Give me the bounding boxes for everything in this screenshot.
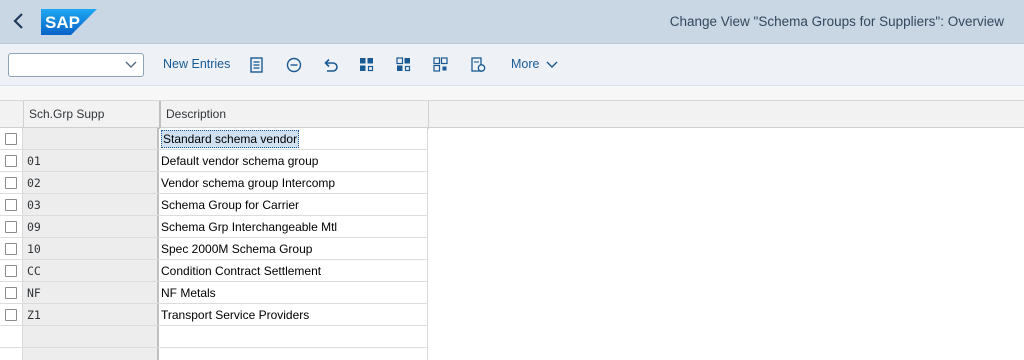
column-divider (428, 101, 429, 129)
command-dropdown[interactable] (8, 53, 144, 77)
code-cell: NF (27, 286, 41, 300)
new-entries-button[interactable]: New Entries (163, 57, 230, 71)
code-cell: CC (27, 264, 41, 278)
table-row[interactable]: 01 Default vendor schema group (0, 150, 428, 172)
schema-groups-table: Sch.Grp Supp Description Standard schema… (0, 100, 1024, 360)
description-cell[interactable]: Schema Grp Interchangeable Mtl (161, 220, 337, 234)
sap-logo: SAP (41, 9, 97, 35)
delete-icon[interactable] (285, 56, 303, 74)
column-header-sch-grp-supp[interactable]: Sch.Grp Supp (23, 101, 159, 128)
select-block-icon[interactable] (395, 56, 413, 74)
code-cell: 02 (27, 176, 41, 190)
description-cell[interactable]: Condition Contract Settlement (161, 264, 321, 278)
toolbar: New Entries More (0, 44, 1024, 86)
row-select-checkbox[interactable] (5, 155, 17, 167)
select-all-icon[interactable] (358, 56, 376, 74)
details-icon[interactable] (248, 56, 266, 74)
description-cell[interactable]: Transport Service Providers (161, 308, 309, 322)
print-icon[interactable] (469, 56, 487, 74)
table-row[interactable]: 03 Schema Group for Carrier (0, 194, 428, 216)
description-cell[interactable]: Schema Group for Carrier (161, 198, 299, 212)
column-header-description[interactable]: Description (160, 101, 428, 128)
row-select-checkbox[interactable] (5, 243, 17, 255)
table-row[interactable]: 02 Vendor schema group Intercomp (0, 172, 428, 194)
page-title: Change View "Schema Groups for Suppliers… (669, 14, 1004, 29)
table-row[interactable]: 09 Schema Grp Interchangeable Mtl (0, 216, 428, 238)
code-cell: 09 (27, 220, 41, 234)
description-cell[interactable]: Default vendor schema group (161, 154, 318, 168)
code-cell: 01 (27, 154, 41, 168)
code-cell: 10 (27, 242, 41, 256)
shell-header: SAP Change View "Schema Groups for Suppl… (0, 0, 1024, 44)
chevron-down-icon (125, 61, 137, 68)
deselect-all-icon[interactable] (432, 56, 450, 74)
row-select-checkbox[interactable] (5, 177, 17, 189)
table-row-empty[interactable] (0, 326, 428, 348)
description-cell[interactable]: Standard schema vendor (161, 130, 300, 148)
row-select-checkbox[interactable] (5, 133, 17, 145)
code-cell: Z1 (27, 308, 41, 322)
table-row[interactable]: 10 Spec 2000M Schema Group (0, 238, 428, 260)
row-select-checkbox[interactable] (5, 287, 17, 299)
row-select-checkbox[interactable] (5, 199, 17, 211)
description-cell[interactable]: NF Metals (161, 286, 216, 300)
row-select-checkbox[interactable] (5, 265, 17, 277)
table-header: Sch.Grp Supp Description (0, 100, 1024, 129)
chevron-left-icon (13, 13, 23, 29)
back-button[interactable] (9, 10, 29, 32)
table-row[interactable]: Standard schema vendor (0, 128, 428, 150)
row-select-checkbox[interactable] (5, 309, 17, 321)
description-cell[interactable]: Vendor schema group Intercomp (161, 176, 335, 190)
description-cell[interactable]: Spec 2000M Schema Group (161, 242, 312, 256)
undo-icon[interactable] (321, 56, 339, 74)
more-button[interactable]: More (511, 57, 539, 71)
chevron-down-icon[interactable] (545, 59, 559, 71)
sap-logo-text: SAP (45, 13, 80, 32)
code-cell: 03 (27, 198, 41, 212)
table-row[interactable]: NF NF Metals (0, 282, 428, 304)
table-row[interactable]: CC Condition Contract Settlement (0, 260, 428, 282)
table-row[interactable]: Z1 Transport Service Providers (0, 304, 428, 326)
row-select-checkbox[interactable] (5, 221, 17, 233)
